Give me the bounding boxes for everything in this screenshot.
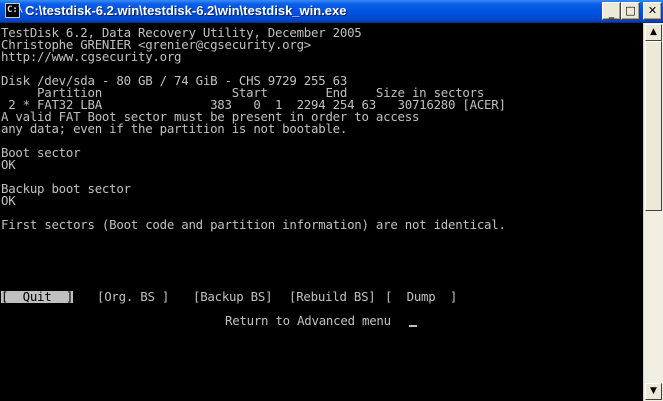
menu-quit-button[interactable]: [ Quit ] — [1, 290, 73, 303]
menu-dump-button[interactable]: [ Dump ] — [385, 290, 457, 303]
window-titlebar[interactable]: C:\ C:\testdisk-6.2.win\testdisk-6.2\win… — [0, 0, 663, 23]
close-button[interactable]: ✕ — [643, 2, 662, 20]
menu-backup-bs-button[interactable]: [Backup BS] — [193, 290, 273, 303]
warning-line: any data; even if the partition is not b… — [1, 121, 348, 136]
minimize-button[interactable]: _ — [602, 2, 621, 20]
text-cursor — [409, 325, 417, 327]
scroll-up-icon[interactable]: ▲ — [645, 24, 662, 41]
minimize-icon: _ — [608, 6, 615, 19]
header-line: http://www.cgsecurity.org — [1, 49, 182, 64]
close-icon: ✕ — [647, 4, 658, 17]
backup-boot-sector-status: OK — [1, 193, 16, 208]
console-output[interactable]: TestDisk 6.2, Data Recovery Utility, Dec… — [0, 23, 643, 401]
console-app-icon[interactable]: C:\ — [5, 3, 23, 18]
vertical-scrollbar[interactable]: ▲ ▼ — [643, 23, 663, 401]
backup-boot-sector-label: Backup boot sector — [1, 181, 131, 196]
maximize-icon: □ — [625, 4, 636, 17]
window-title: C:\testdisk-6.2.win\testdisk-6.2\win\tes… — [25, 3, 347, 18]
maximize-button[interactable]: □ — [621, 2, 640, 20]
boot-sector-status: OK — [1, 157, 16, 172]
menu-org-bs-button[interactable]: [Org. BS ] — [97, 290, 169, 303]
menu-rebuild-bs-button[interactable]: [Rebuild BS] — [289, 290, 376, 303]
scrollbar-thumb[interactable] — [645, 41, 662, 211]
menu-hint: Return to Advanced menu — [225, 313, 391, 328]
comparison-message: First sectors (Boot code and partition i… — [1, 217, 506, 232]
scroll-down-icon[interactable]: ▼ — [645, 383, 662, 400]
